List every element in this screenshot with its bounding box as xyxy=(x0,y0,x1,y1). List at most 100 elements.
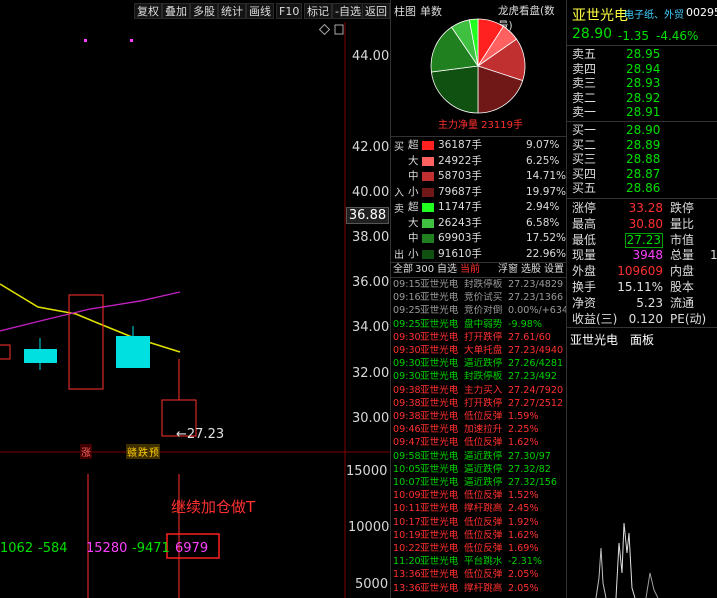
radar-row[interactable]: 10:19 亚世光电 低位反弹 1.62% xyxy=(390,530,566,543)
panel-tab[interactable]: 面板 xyxy=(630,331,654,348)
radar-row[interactable]: 09:38 亚世光电 低位反弹 1.59% xyxy=(390,411,566,424)
order-size-label: 大 xyxy=(408,216,419,229)
window-icon[interactable] xyxy=(334,24,344,35)
radar-row[interactable]: 09:47 亚世光电 低位反弹 1.62% xyxy=(390,437,566,450)
radar-tab-current[interactable]: 当前 xyxy=(460,263,480,277)
radar-stock: 亚世光电 xyxy=(420,477,459,488)
radar-row[interactable]: 09:58 亚世光电 逼近跌停 27.30/97 xyxy=(390,451,566,464)
radar-event: 撑杆跳高 xyxy=(464,503,503,515)
radar-detail: 1.92% xyxy=(508,516,539,528)
divider xyxy=(566,121,717,122)
stat-row: 收益(三) 0.120 PE(动) xyxy=(566,311,717,327)
radar-event: 低位反弹 xyxy=(464,569,503,581)
industry-tag[interactable]: 电子纸、外贸 xyxy=(624,6,686,21)
marker-dot xyxy=(84,39,87,42)
order-percent: 22.96% xyxy=(526,247,567,260)
radar-time: 13:36 xyxy=(393,582,421,594)
capital-flow-row: 中 69903手 17.52% xyxy=(390,231,566,246)
radar-event: 逼近跌停 xyxy=(464,463,503,475)
stat-label: 流通 xyxy=(670,295,695,310)
price-tick: 40.00 xyxy=(352,185,390,200)
statistics-button[interactable]: 统计 xyxy=(218,3,246,19)
radar-row[interactable]: 09:30 亚世光电 大单托盘 27.23/4940 xyxy=(390,345,566,358)
radar-tab-all[interactable]: 全部 xyxy=(393,263,413,277)
radar-event: 大单托盘 xyxy=(464,345,503,356)
radar-detail: 2.05% xyxy=(508,569,539,581)
radar-row[interactable]: 10:07 亚世光电 逼近跌停 27.32/156 xyxy=(390,477,566,490)
capital-flow-row: 小 79687手 19.97% xyxy=(390,185,566,200)
radar-stock: 亚世光电 xyxy=(420,318,459,330)
radar-tab-watchlist[interactable]: 自选 xyxy=(437,263,457,277)
radar-row[interactable]: 09:30 亚世光电 打开跌停 27.61/60 xyxy=(390,332,566,345)
capital-flow-row: 超 11747手 2.94% xyxy=(390,200,566,215)
candle xyxy=(68,294,104,390)
radar-tab-pick[interactable]: 选股 xyxy=(521,263,541,277)
bid-row: 买四 28.87 xyxy=(566,168,717,181)
remove-watchlist-button[interactable]: -自选 xyxy=(332,3,364,19)
mini-chart-line xyxy=(615,522,636,598)
draw-line-button[interactable]: 画线 xyxy=(246,3,274,19)
radar-event: 低位反弹 xyxy=(464,516,503,528)
radar-row[interactable]: 10:22 亚世光电 低位反弹 1.69% xyxy=(390,543,566,556)
capital-flow-row: 小 91610手 22.96% xyxy=(390,247,566,262)
radar-event: 封跌停板 xyxy=(464,371,503,383)
radar-stock: 亚世光电 xyxy=(420,529,459,541)
stat-value: 3948 xyxy=(632,248,663,263)
radar-time: 10:22 xyxy=(393,543,421,554)
radar-stock: 亚世光电 xyxy=(420,437,459,449)
diamond-icon[interactable] xyxy=(318,23,331,36)
mark-button[interactable]: 标记 xyxy=(304,3,332,19)
stat-label: 外盘 xyxy=(572,264,597,279)
radar-row[interactable]: 13:36 亚世光电 低位反弹 2.05% xyxy=(390,569,566,582)
divider xyxy=(390,136,566,137)
stat-label: 换手 xyxy=(572,280,597,294)
radar-detail: 27.61/60 xyxy=(508,331,551,343)
color-swatch xyxy=(422,156,434,166)
price-change-pct: -4.46% xyxy=(656,29,699,43)
radar-event: 撑杆跳高 xyxy=(464,582,503,594)
divider xyxy=(566,198,717,199)
order-size-label: 中 xyxy=(408,170,419,182)
radar-tab-300[interactable]: 300 xyxy=(415,263,434,277)
radar-row[interactable]: 10:09 亚世光电 低位反弹 1.52% xyxy=(390,490,566,503)
back-button[interactable]: 返回 xyxy=(362,3,390,19)
multi-stock-button[interactable]: 多股 xyxy=(190,3,218,19)
radar-tab-float[interactable]: 浮窗 xyxy=(498,263,518,277)
radar-row[interactable]: 09:46 亚世光电 加速拉升 2.25% xyxy=(390,424,566,437)
radar-event: 竞价对倒 xyxy=(464,305,503,317)
radar-event: 逼近跌停 xyxy=(464,450,503,462)
minute-chart-tab[interactable]: 亚世光电 xyxy=(570,331,618,348)
volume-tick: 5000 xyxy=(355,577,389,592)
radar-row[interactable]: 10:17 亚世光电 低位反弹 1.92% xyxy=(390,517,566,530)
radar-event: 封跌停板 xyxy=(464,279,503,290)
radar-row[interactable]: 09:15 亚世光电 封跌停板 27.23/4829 xyxy=(390,279,566,292)
marker-dot xyxy=(130,39,133,42)
chart-toolbar: 复权 叠加 多股 统计 画线 F10 标记 -自选 返回 xyxy=(0,0,390,22)
order-size-label: 大 xyxy=(408,154,419,167)
radar-row[interactable]: 09:25 亚世光电 盘中弱势 -9.98% xyxy=(390,319,566,332)
stat-row: 现量 3948 总量 1 xyxy=(566,247,717,263)
stat-row: 净资 5.23 流通 xyxy=(566,295,717,311)
order-size-label: 超 xyxy=(408,201,419,213)
radar-row[interactable]: 10:11 亚世光电 撑杆跳高 2.45% xyxy=(390,503,566,516)
radar-stock: 亚世光电 xyxy=(420,450,459,462)
bid-label: 买五 xyxy=(572,181,597,196)
radar-row[interactable]: 09:38 亚世光电 主力买入 27.24/7920 xyxy=(390,385,566,398)
radar-row[interactable]: 09:25亚世光电竞价对倒 0.00%/+6347 xyxy=(390,305,566,318)
radar-row[interactable]: 09:30 亚世光电 封跌停板 27.23/492 xyxy=(390,371,566,384)
radar-row[interactable]: 09:30 亚世光电 逼近跌停 27.26/4281 xyxy=(390,358,566,371)
radar-detail: 27.27/2512 xyxy=(508,397,564,409)
restore-rights-button[interactable]: 复权 xyxy=(134,3,162,19)
radar-stock: 亚世光电 xyxy=(420,279,459,290)
overlay-button[interactable]: 叠加 xyxy=(162,3,190,19)
radar-row[interactable]: 09:38 亚世光电 打开跌停 27.27/2512 xyxy=(390,398,566,411)
radar-row[interactable]: 09:16 亚世光电 竞价试买 27.23/1366 xyxy=(390,292,566,305)
f10-button[interactable]: F10 xyxy=(276,3,303,19)
radar-tab-settings[interactable]: 设置 xyxy=(544,263,564,277)
radar-row[interactable]: 13:36 亚世光电 撑杆跳高 2.05% xyxy=(390,583,566,596)
tab-column-chart[interactable]: 柱图 xyxy=(394,3,416,19)
divider xyxy=(566,327,717,328)
radar-row[interactable]: 11:20 亚世光电 平台跳水 -2.31% xyxy=(390,556,566,569)
radar-row[interactable]: 10:05 亚世光电 逼近跌停 27.32/82 xyxy=(390,464,566,477)
radar-event: 低位反弹 xyxy=(464,529,503,541)
